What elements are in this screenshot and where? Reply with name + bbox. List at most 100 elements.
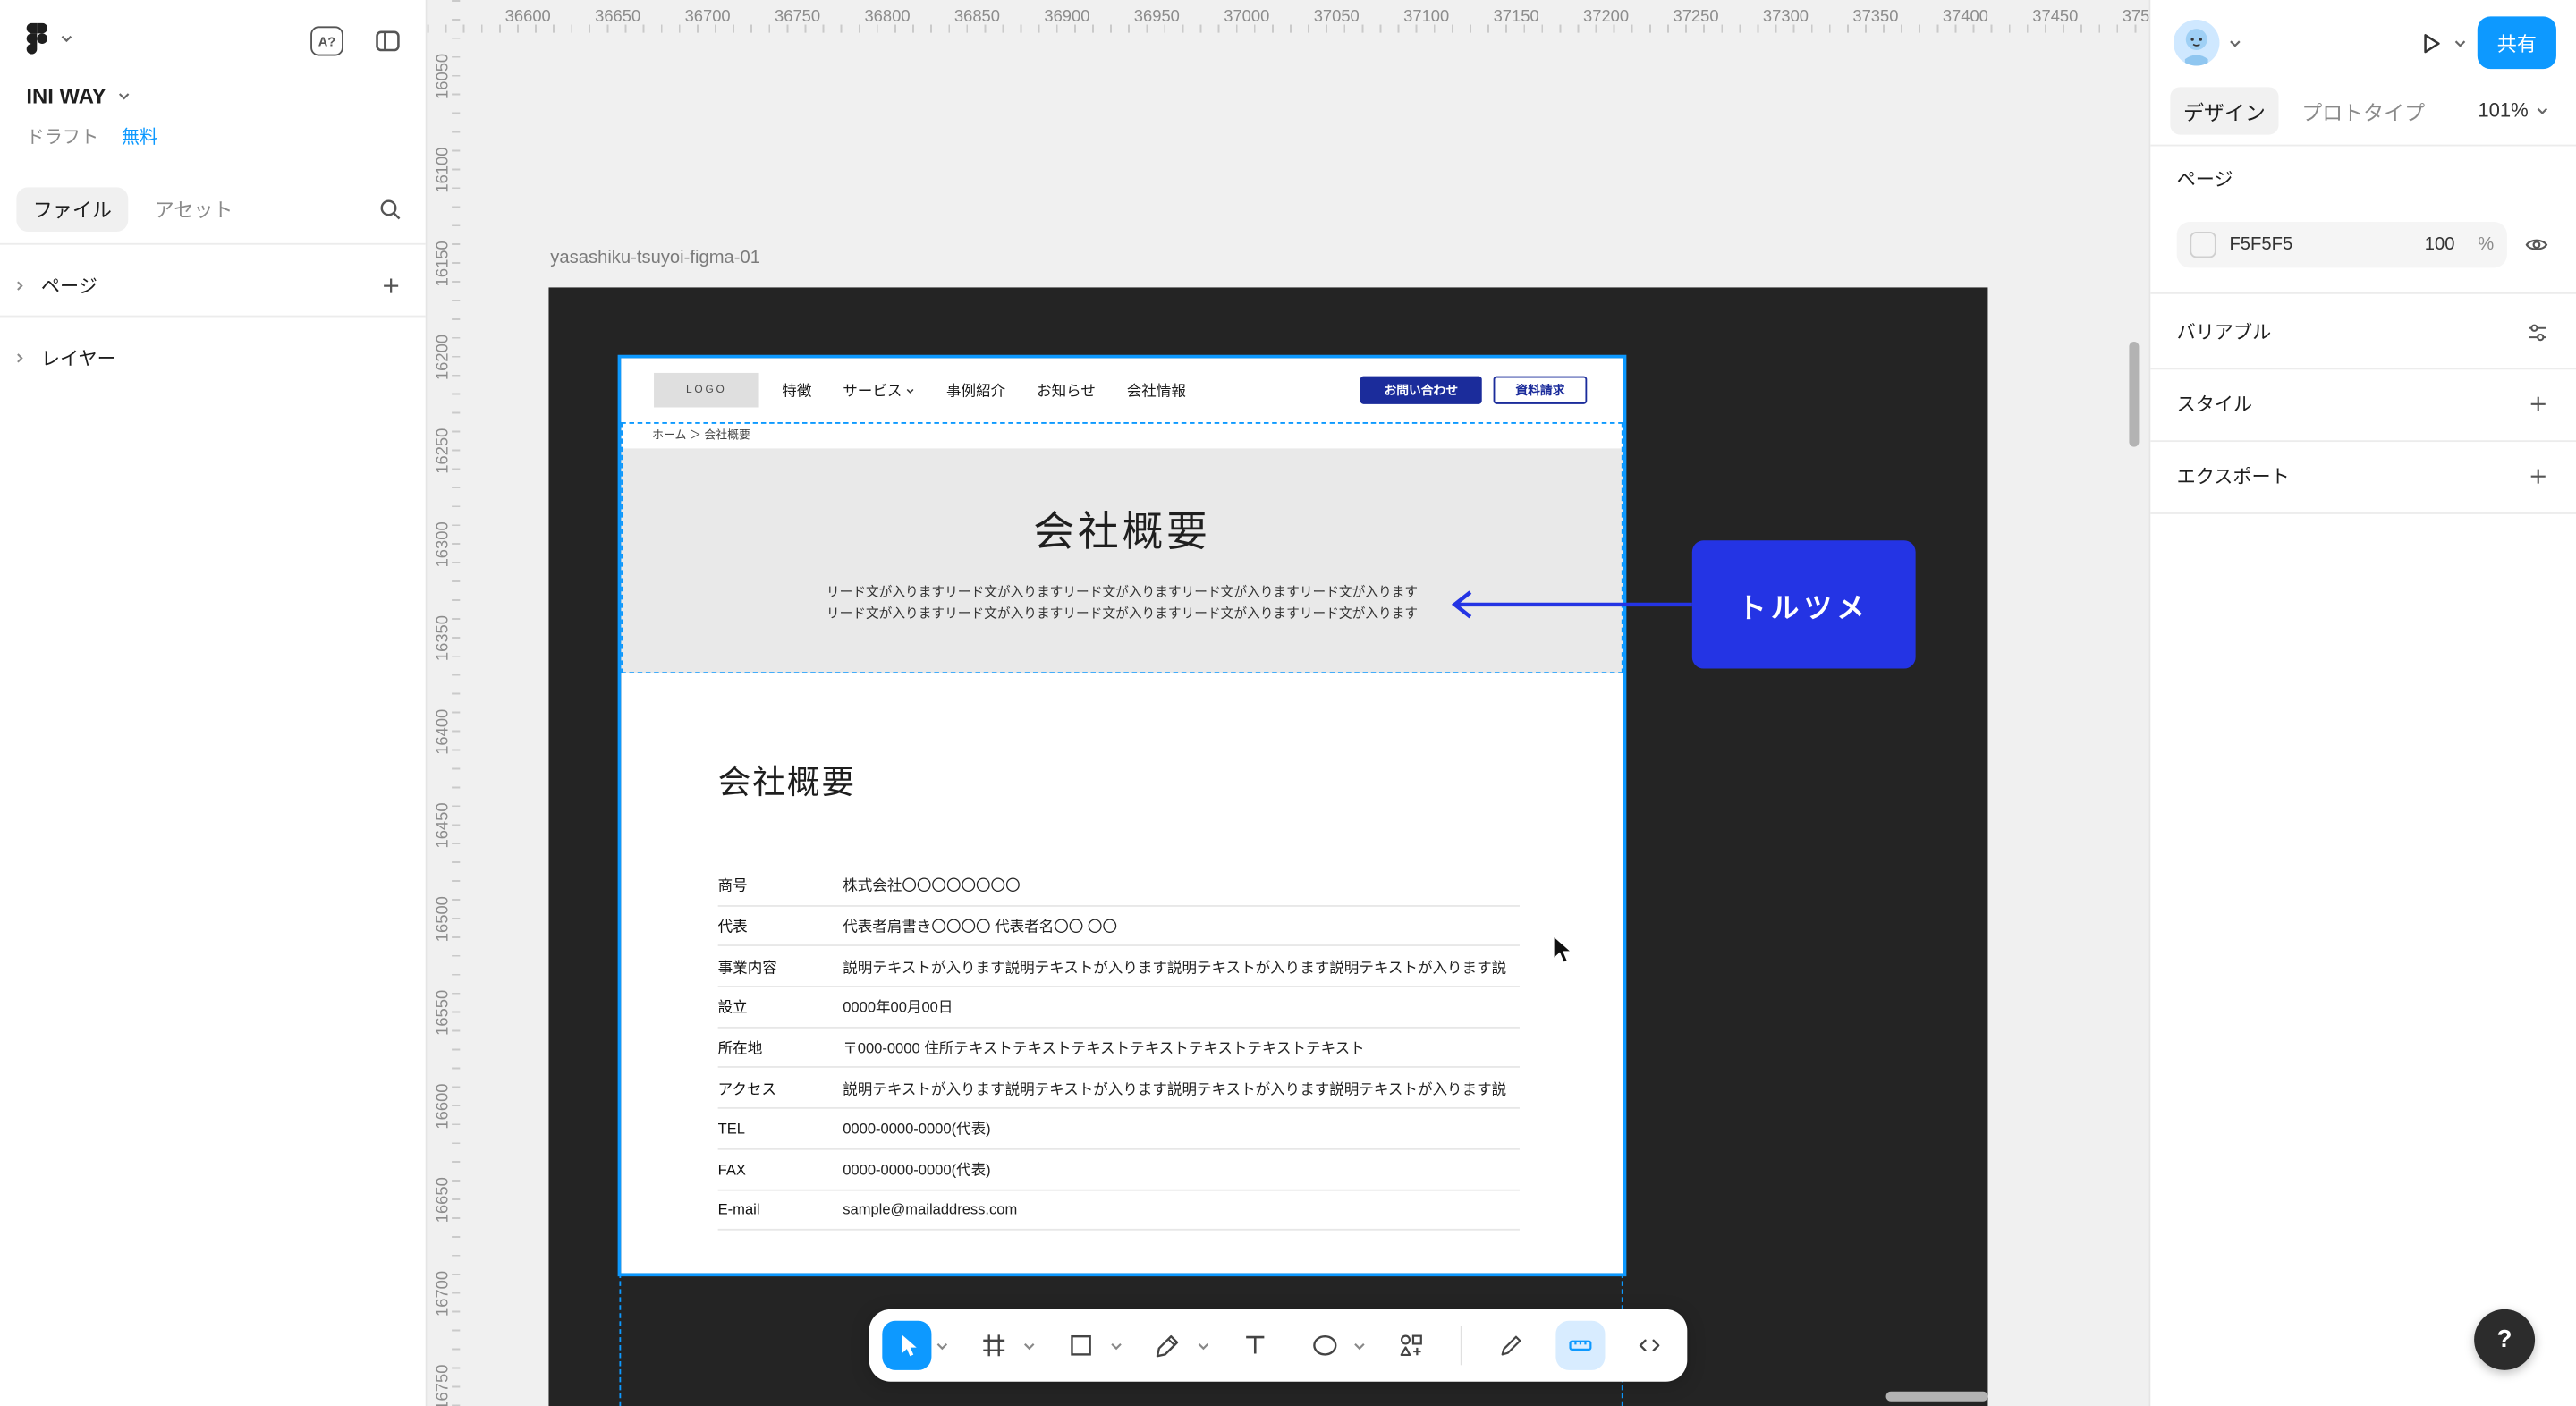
free-plan-link[interactable]: 無料 — [122, 123, 157, 149]
chevron-down-icon[interactable] — [1352, 1338, 1368, 1353]
ruler-number: 16300 — [428, 498, 461, 592]
ruler-number: 16250 — [428, 404, 461, 498]
team-name: INI WAY — [26, 84, 106, 109]
present-play-icon[interactable] — [2417, 30, 2445, 57]
vertical-scrollbar[interactable] — [2129, 342, 2139, 447]
ruler-number: 37150 — [1471, 5, 1561, 27]
ruler-number: 16500 — [428, 872, 461, 966]
ruler-number: 16200 — [428, 310, 461, 404]
rectangle-tool-button[interactable] — [1056, 1321, 1106, 1370]
add-page-button[interactable] — [379, 275, 402, 298]
nav-item: お知らせ — [1037, 379, 1096, 401]
figma-logo-icon — [26, 23, 47, 55]
nav-item: 事例紹介 — [946, 379, 1005, 401]
chevron-down-icon[interactable] — [1109, 1338, 1124, 1353]
search-icon[interactable] — [377, 196, 402, 221]
chevron-down-icon[interactable] — [2228, 35, 2243, 50]
table-row[interactable]: 設立 0000年00月00日 — [718, 987, 1520, 1028]
ruler-icon — [1567, 1333, 1593, 1359]
table-row[interactable]: TEL 0000-0000-0000(代表) — [718, 1109, 1520, 1149]
ruler-number: 37450 — [2011, 5, 2100, 27]
ruler-number: 36650 — [572, 5, 662, 27]
share-button[interactable]: 共有 — [2478, 16, 2556, 69]
figma-menu-button[interactable] — [26, 23, 73, 55]
measure-tool-button[interactable] — [1555, 1321, 1605, 1370]
text-tool-button[interactable] — [1231, 1321, 1280, 1370]
tab-prototype[interactable]: プロトタイプ — [2301, 95, 2425, 126]
avatar[interactable] — [2174, 20, 2219, 65]
tab-files[interactable]: ファイル — [16, 186, 128, 231]
variables-settings-icon[interactable] — [2525, 319, 2550, 344]
selected-page-frame[interactable]: LOGO 特徴 サービス 事例紹介 お知らせ 会社情報 お問い合わせ 資料請求 … — [621, 358, 1623, 1273]
eye-icon[interactable] — [2523, 232, 2549, 258]
add-style-button[interactable] — [2527, 393, 2550, 416]
export-section-label[interactable]: エクスポート — [2177, 463, 2290, 489]
vertical-ruler: 1605016100161501620016250163001635016400… — [428, 0, 461, 1406]
ellipse-icon — [1310, 1333, 1338, 1359]
table-row[interactable]: 商号 株式会社〇〇〇〇〇〇〇〇 — [718, 866, 1520, 906]
ruler-number: 16550 — [428, 966, 461, 1060]
nav-item: 特徴 — [782, 379, 811, 401]
company-spec-table[interactable]: 商号 株式会社〇〇〇〇〇〇〇〇 代表 代表者肩書き〇〇〇〇 代表者名〇〇 〇〇 … — [718, 866, 1520, 1231]
zoom-control[interactable]: 101% — [2478, 98, 2549, 122]
text-icon — [1242, 1333, 1268, 1359]
chevron-down-icon[interactable] — [2453, 36, 2468, 51]
color-hex-value[interactable]: F5F5F5 — [2229, 235, 2411, 255]
design-hero-section[interactable]: 会社概要 リード文が入りますリード文が入りますリード文が入りますリード文が入りま… — [621, 448, 1623, 673]
sidebar-item-pages[interactable]: ページ — [41, 273, 97, 299]
chevron-right-icon[interactable] — [13, 352, 27, 365]
ruler-number: 16700 — [428, 1247, 461, 1341]
help-button[interactable]: ? — [2474, 1309, 2535, 1370]
table-row[interactable]: E-mail sample@mailaddress.com — [718, 1190, 1520, 1231]
row-label: アクセス — [718, 1077, 843, 1098]
a-question-icon[interactable]: A? — [310, 26, 343, 55]
horizontal-ruler: 3660036650367003675036800368503690036950… — [428, 0, 2149, 33]
request-button: 資料請求 — [1494, 377, 1588, 404]
design-header[interactable]: LOGO 特徴 サービス 事例紹介 お知らせ 会社情報 お問い合わせ 資料請求 — [621, 358, 1623, 422]
pencil-tool-button[interactable] — [1487, 1321, 1536, 1370]
design-logo: LOGO — [654, 373, 759, 408]
ruler-number: 36800 — [843, 5, 932, 27]
dev-mode-code-button[interactable] — [1625, 1321, 1674, 1370]
page-color-field[interactable]: F5F5F5 100 % — [2177, 222, 2507, 267]
ruler-number: 36700 — [663, 5, 752, 27]
table-row[interactable]: 所在地 〒000-0000 住所テキストテキストテキストテキストテキストテキスト… — [718, 1028, 1520, 1068]
color-opacity-value[interactable]: 100 — [2425, 235, 2455, 255]
canvas[interactable]: 3660036650367003675036800368503690036950… — [428, 0, 2149, 1406]
panel-toggle-icon[interactable] — [373, 28, 402, 54]
frame-name-label[interactable]: yasashiku-tsuyoi-figma-01 — [550, 248, 760, 267]
ruler-number: 36750 — [752, 5, 842, 27]
ruler-number: 37100 — [1381, 5, 1470, 27]
nav-item: 会社情報 — [1127, 379, 1186, 401]
horizontal-scrollbar[interactable] — [1886, 1392, 1988, 1402]
team-name-dropdown[interactable]: INI WAY — [26, 84, 131, 109]
pen-tool-button[interactable] — [1143, 1321, 1192, 1370]
row-label: TEL — [718, 1121, 843, 1137]
row-label: 所在地 — [718, 1037, 843, 1058]
ruler-number: 37200 — [1561, 5, 1650, 27]
table-row[interactable]: FAX 0000-0000-0000(代表) — [718, 1149, 1520, 1190]
move-tool-button[interactable] — [882, 1321, 931, 1370]
styles-section-label[interactable]: スタイル — [2177, 391, 2252, 417]
chevron-down-icon[interactable] — [935, 1338, 950, 1353]
chevron-down-icon[interactable] — [1021, 1338, 1037, 1353]
table-row[interactable]: 代表 代表者肩書き〇〇〇〇 代表者名〇〇 〇〇 — [718, 906, 1520, 946]
add-export-button[interactable] — [2527, 465, 2550, 488]
ruler-number: 36900 — [1022, 5, 1112, 27]
sidebar-item-layers[interactable]: レイヤー — [41, 345, 116, 371]
chevron-down-icon — [2535, 103, 2550, 118]
actions-shapes-button[interactable] — [1386, 1321, 1436, 1370]
tab-assets[interactable]: アセット — [155, 195, 233, 223]
table-row[interactable]: アクセス 説明テキストが入ります説明テキストが入ります説明テキストが入ります説明… — [718, 1069, 1520, 1109]
table-row[interactable]: 事業内容 説明テキストが入ります説明テキストが入ります説明テキストが入ります説明… — [718, 947, 1520, 987]
color-swatch[interactable] — [2190, 232, 2216, 258]
annotation-note[interactable]: トルツメ — [1692, 540, 1916, 668]
tab-design[interactable]: デザイン — [2170, 86, 2278, 133]
variables-section-label[interactable]: バリアブル — [2177, 318, 2272, 344]
rectangle-icon — [1068, 1333, 1094, 1359]
shape-ellipse-tool-button[interactable] — [1300, 1321, 1349, 1370]
frame-tool-button[interactable] — [970, 1321, 1019, 1370]
row-value: 0000-0000-0000(代表) — [843, 1158, 1520, 1180]
chevron-down-icon[interactable] — [1196, 1338, 1211, 1353]
chevron-right-icon[interactable] — [13, 279, 27, 292]
